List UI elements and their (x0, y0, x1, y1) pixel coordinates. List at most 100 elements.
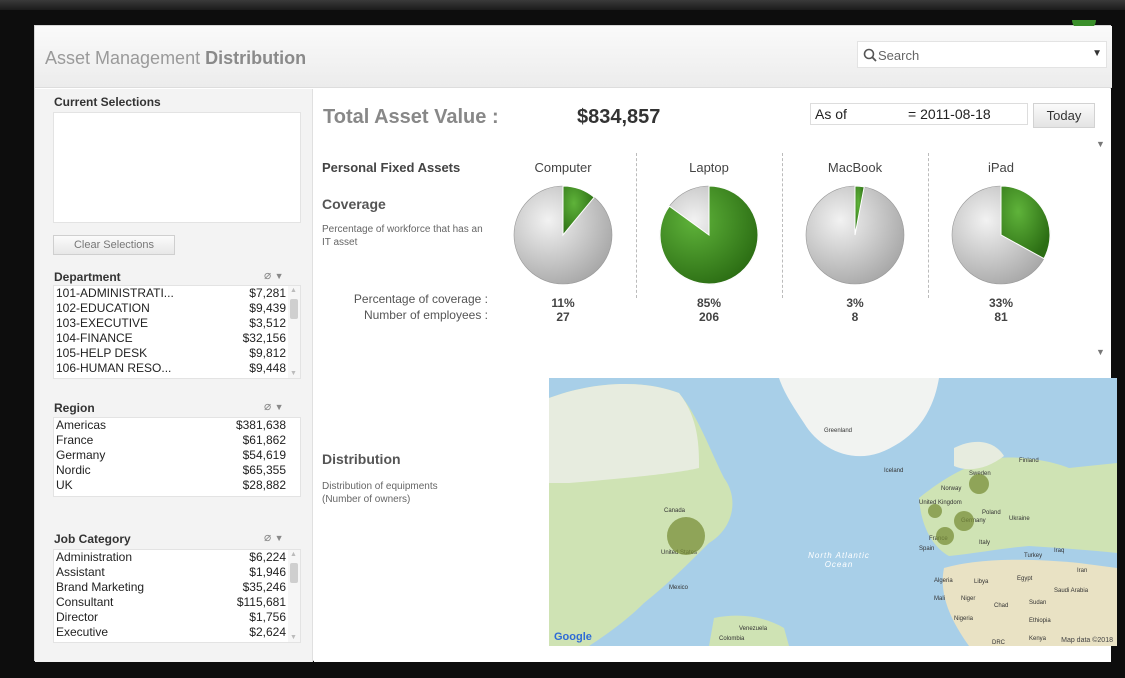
as-of-date-field[interactable]: As of = 2011-08-18 (810, 103, 1028, 125)
list-item[interactable]: Assistant $1,946 (54, 565, 300, 580)
pie-title: MacBook (827, 160, 883, 175)
list-item-value: $9,812 (249, 346, 286, 360)
pie-chart[interactable] (511, 183, 615, 287)
search-input[interactable]: Search ▼ (857, 41, 1107, 68)
coverage-description: Percentage of workforce that has an IT a… (322, 224, 483, 248)
pie-title: iPad (987, 160, 1015, 175)
department-title: Department (54, 270, 121, 284)
list-item[interactable]: Germany $54,619 (54, 448, 300, 463)
list-item[interactable]: Director $1,756 (54, 610, 300, 625)
region-tools[interactable]: ⌀ ▼ (264, 399, 284, 413)
list-item[interactable]: 103-EXECUTIVE $3,512 (54, 316, 300, 331)
distribution-description: Distribution of equipments (Number of ow… (322, 481, 438, 505)
map-bubble (936, 527, 954, 545)
scroll-down-icon[interactable]: ▼ (290, 634, 297, 641)
coverage-percentage: 3% (846, 296, 864, 310)
scroll-up-icon[interactable]: ▲ (290, 287, 297, 294)
scroll-up-icon[interactable]: ▲ (290, 551, 297, 558)
list-item-value: $1,756 (249, 610, 286, 624)
coverage-percentage: 11% (551, 296, 575, 310)
total-asset-value: $834,857 (577, 106, 661, 128)
scrollbar[interactable]: ▲ ▼ (288, 286, 300, 378)
today-button[interactable]: Today (1033, 103, 1095, 128)
job-category-title: Job Category (54, 532, 131, 546)
list-item[interactable]: France $61,862 (54, 433, 300, 448)
list-item-value: $9,448 (249, 361, 286, 375)
chevron-down-icon[interactable]: ▼ (1096, 347, 1105, 357)
total-asset-label: Total Asset Value : (323, 106, 499, 128)
scroll-thumb[interactable] (290, 563, 298, 583)
current-selections-box (53, 112, 301, 223)
list-item-name: Director (56, 610, 99, 624)
clear-selections-button[interactable]: Clear Selections (53, 235, 175, 255)
chevron-down-icon[interactable]: ▼ (275, 533, 284, 543)
coverage-title: Coverage (322, 196, 386, 212)
pie-chart[interactable] (657, 183, 761, 287)
map-attribution: Map data ©2018 (1061, 637, 1113, 644)
region-title: Region (54, 401, 95, 415)
list-item-name: Administration (56, 550, 133, 564)
list-item-name: Brand Marketing (56, 580, 145, 594)
list-item-name: Assistant (56, 565, 105, 579)
pie-title: Computer (534, 160, 592, 175)
pie-title: Laptop (689, 160, 729, 175)
list-item[interactable]: Executive $2,624 (54, 625, 300, 640)
eraser-icon[interactable]: ⌀ (264, 399, 271, 413)
scrollbar[interactable]: ▲ ▼ (288, 550, 300, 642)
percentage-of-coverage-label: Percentage of coverage : (353, 292, 488, 306)
list-item[interactable]: 102-EDUCATION $9,439 (54, 301, 300, 316)
pie-chart[interactable] (949, 183, 1053, 287)
distribution-map[interactable]: Greenland Iceland Sweden Norway Finland Unite… (549, 378, 1117, 646)
list-item[interactable]: 104-FINANCE $32,156 (54, 331, 300, 346)
list-item-value: $28,882 (242, 478, 286, 492)
employee-count: 8 (851, 310, 859, 324)
list-item-value: $6,224 (249, 550, 286, 564)
personal-fixed-assets-title: Personal Fixed Assets (322, 160, 461, 175)
list-item-value: $7,281 (249, 286, 286, 300)
list-item[interactable]: 101-ADMINISTRATI... $7,281 (54, 286, 300, 301)
page-title-light: Asset Management (45, 48, 201, 68)
job-category-listbox[interactable]: Administration $6,224 Assistant $1,946 Brand… (53, 549, 301, 643)
eraser-icon[interactable]: ⌀ (264, 530, 271, 544)
chevron-down-icon[interactable]: ▼ (1092, 48, 1102, 59)
list-item-name: Americas (56, 418, 107, 432)
as-of-value: = 2011-08-18 (908, 106, 991, 122)
eraser-icon[interactable]: ⌀ (264, 268, 271, 282)
list-item-name: 106-HUMAN RESO... (56, 361, 172, 375)
list-item-name: Germany (56, 448, 106, 462)
pie-chart[interactable] (803, 183, 907, 287)
list-item[interactable]: Consultant $115,681 (54, 595, 300, 610)
coverage-percentage: 33% (988, 296, 1014, 310)
list-item-value: $3,512 (249, 316, 286, 330)
list-item-value: $32,156 (242, 331, 286, 345)
list-item[interactable]: 106-HUMAN RESO... $9,448 (54, 361, 300, 376)
map-bubbles (667, 474, 989, 555)
list-item[interactable]: 105-HELP DESK $9,812 (54, 346, 300, 361)
department-tools[interactable]: ⌀ ▼ (264, 268, 284, 282)
screen-frame: Asset Management Distribution Search ▼ C… (0, 0, 1125, 678)
list-item[interactable]: UK $28,882 (54, 478, 300, 493)
list-item-name: 104-FINANCE (56, 331, 133, 345)
chevron-down-icon[interactable]: ▼ (275, 402, 284, 412)
list-item-name: Executive (56, 625, 109, 639)
region-listbox[interactable]: Americas $381,638 France $61,862 Germany $54,… (53, 417, 301, 497)
number-of-employees-label: Number of employees : (363, 308, 488, 322)
chevron-down-icon[interactable]: ▼ (1096, 139, 1105, 149)
list-item[interactable]: Brand Marketing $35,246 (54, 580, 300, 595)
distribution-title: Distribution (322, 451, 401, 467)
list-item[interactable]: Administration $6,224 (54, 550, 300, 565)
search-placeholder: Search (878, 48, 920, 63)
list-item[interactable]: Nordic $65,355 (54, 463, 300, 478)
list-item[interactable]: Americas $381,638 (54, 418, 300, 433)
scroll-thumb[interactable] (290, 299, 298, 319)
department-listbox[interactable]: 101-ADMINISTRATI... $7,281 102-EDUCATION $9… (53, 285, 301, 379)
employee-count: 27 (556, 310, 570, 324)
job-category-tools[interactable]: ⌀ ▼ (264, 530, 284, 544)
list-item-value: $61,862 (242, 433, 286, 447)
scroll-down-icon[interactable]: ▼ (290, 370, 297, 377)
list-item-name: 101-ADMINISTRATI... (56, 286, 174, 300)
chevron-down-icon[interactable]: ▼ (275, 271, 284, 281)
column-divider (782, 153, 783, 298)
map-bubble (954, 511, 974, 531)
employee-count: 81 (994, 310, 1008, 324)
